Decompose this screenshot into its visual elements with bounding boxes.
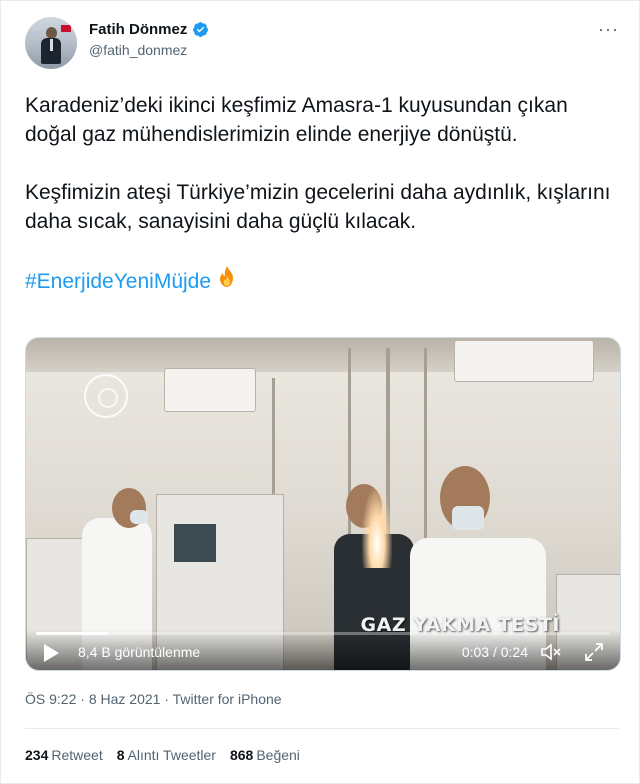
hashtag-link[interactable]: #EnerjideYeniMüjde bbox=[25, 270, 211, 293]
quote-label: Alıntı Tweetler bbox=[127, 747, 216, 763]
video-frame-ac-unit-right bbox=[454, 340, 594, 382]
author-handle[interactable]: @fatih_donmez bbox=[89, 42, 209, 58]
video-watermark-logo bbox=[84, 374, 128, 418]
tweet-header: Fatih Dönmez @fatih_donmez ··· bbox=[25, 17, 619, 73]
video-player[interactable]: GAZ YAKMA TESTİ 8,4 B görüntülenme 0:03 … bbox=[25, 337, 621, 671]
tweet-text: Karadeniz’deki ikinci keşfimiz Amasra-1 … bbox=[25, 91, 621, 296]
tweet-paragraph-1: Karadeniz’deki ikinci keşfimiz Amasra-1 … bbox=[25, 94, 568, 146]
more-options-icon[interactable]: ··· bbox=[598, 19, 619, 40]
video-frame-mask bbox=[452, 506, 484, 530]
fire-emoji-icon bbox=[220, 266, 234, 287]
retweet-label: Retweet bbox=[51, 747, 103, 763]
video-controls: 8,4 B görüntülenme 0:03 / 0:24 bbox=[26, 630, 620, 670]
video-view-count: 8,4 B görüntülenme bbox=[78, 644, 201, 660]
retweet-count: 234 bbox=[25, 747, 49, 763]
video-frame-panel bbox=[174, 524, 216, 562]
play-icon[interactable] bbox=[42, 643, 60, 663]
divider bbox=[25, 728, 619, 729]
avatar-shirt bbox=[50, 39, 53, 51]
like-count: 868 bbox=[229, 747, 254, 763]
tweet-card: Fatih Dönmez @fatih_donmez ··· Karadeniz… bbox=[0, 0, 640, 784]
video-progress-fill bbox=[36, 632, 108, 635]
avatar[interactable] bbox=[25, 17, 77, 69]
verified-badge-icon bbox=[193, 22, 209, 37]
video-progress-bar[interactable] bbox=[36, 632, 610, 635]
tweet-paragraph-2: Keşfimizin ateşi Türkiye’mizin gecelerin… bbox=[25, 181, 611, 233]
like-stat[interactable]: 868 Beğeni bbox=[230, 747, 300, 763]
like-label: Beğeni bbox=[256, 747, 300, 763]
video-frame-pipe bbox=[424, 348, 427, 538]
tweet-source[interactable]: Twitter for iPhone bbox=[173, 691, 282, 707]
tweet-date[interactable]: 8 Haz 2021 bbox=[89, 691, 161, 707]
video-frame-flame bbox=[362, 488, 392, 568]
author-names: Fatih Dönmez @fatih_donmez bbox=[89, 21, 209, 58]
video-frame-ac-unit-left bbox=[164, 368, 256, 412]
hashtag-line: #EnerjideYeniMüjde bbox=[25, 265, 621, 296]
quote-tweet-stat[interactable]: 8 Alıntı Tweetler bbox=[117, 747, 216, 763]
author-display-name[interactable]: Fatih Dönmez bbox=[89, 21, 187, 38]
tweet-meta: ÖS 9:22 · 8 Haz 2021 · Twitter for iPhon… bbox=[25, 691, 282, 707]
avatar-flag bbox=[61, 25, 71, 32]
tweet-time[interactable]: ÖS 9:22 bbox=[25, 691, 76, 707]
tweet-stats: 234 Retweet 8 Alıntı Tweetler 868 Beğeni bbox=[25, 747, 300, 763]
retweet-stat[interactable]: 234 Retweet bbox=[25, 747, 103, 763]
volume-muted-icon[interactable] bbox=[540, 642, 562, 662]
video-frame-mask bbox=[130, 510, 148, 524]
fullscreen-icon[interactable] bbox=[584, 642, 604, 662]
video-time: 0:03 / 0:24 bbox=[461, 644, 528, 660]
quote-count: 8 bbox=[116, 747, 125, 763]
